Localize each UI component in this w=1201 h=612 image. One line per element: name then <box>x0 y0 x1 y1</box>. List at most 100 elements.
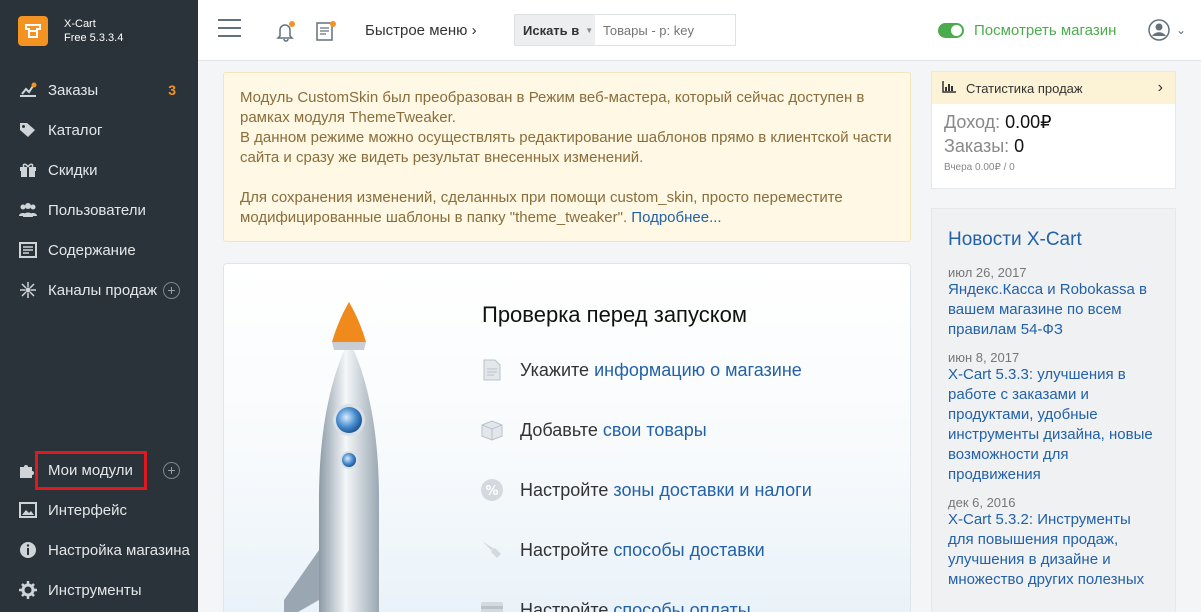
brand-name: X-Cart <box>64 17 96 30</box>
stats-header[interactable]: Статистика продаж › <box>932 72 1175 104</box>
channels-icon <box>18 280 38 300</box>
checklist-item-prefix: Настройте <box>520 599 609 612</box>
news-link[interactable]: Яндекс.Касса и Robokassa в вашем магазин… <box>948 280 1159 340</box>
orders-count-badge: 3 <box>168 82 176 98</box>
notice-line-3: Для сохранения изменений, сделанных при … <box>240 189 843 226</box>
sidebar-item-users[interactable]: Пользователи <box>0 190 198 230</box>
income-label: Доход: <box>944 112 1001 132</box>
news-panel: Новости X-Cart июл 26, 2017 Яндекс.Касса… <box>931 208 1176 612</box>
percent-icon: % <box>480 478 504 502</box>
sidebar: X-Cart Free 5.3.3.4 Заказы 3 Каталог Ски… <box>0 0 198 612</box>
quick-menu-label: Быстрое меню <box>365 22 468 39</box>
brand-version: Free 5.3.3.4 <box>64 31 124 44</box>
sidebar-item-catalog[interactable]: Каталог <box>0 110 198 150</box>
checklist-item-link[interactable]: способы доставки <box>613 540 764 561</box>
checklist-item-link[interactable]: зоны доставки и налоги <box>613 480 811 501</box>
sidebar-item-interface[interactable]: Интерфейс <box>0 490 198 530</box>
checklist-item-shipping[interactable]: Настройте способы доставки <box>480 538 765 562</box>
notice-line-2: В данном режиме можно осуществлять редак… <box>240 129 892 166</box>
stats-title: Статистика продаж <box>966 80 1083 96</box>
add-module-plus-icon[interactable]: + <box>163 461 180 479</box>
search-scope-label: Искать в <box>523 22 580 38</box>
user-menu[interactable]: ⌄ <box>1148 19 1186 41</box>
info-icon <box>18 540 38 560</box>
orders-list-icon[interactable] <box>315 20 337 47</box>
news-date: июл 26, 2017 <box>948 265 1027 280</box>
sidebar-item-label: Каналы продаж <box>48 281 158 299</box>
search-scope-select[interactable]: Искать в ▼ <box>515 15 595 45</box>
quick-menu-button[interactable]: Быстрое меню › <box>365 22 477 39</box>
gift-icon <box>18 160 38 180</box>
sidebar-item-orders[interactable]: Заказы 3 <box>0 70 198 110</box>
checklist-item-link[interactable]: информацию о магазине <box>594 360 802 381</box>
users-icon <box>18 200 38 220</box>
caret-down-icon: ▼ <box>585 25 594 35</box>
checklist-item-products[interactable]: Добавьте свои товары <box>480 418 707 442</box>
notice-line-1: Модуль CustomSkin был преобразован в Реж… <box>240 89 865 126</box>
hamburger-menu-icon[interactable] <box>218 19 241 43</box>
sidebar-item-content[interactable]: Содержание <box>0 230 198 270</box>
orders-label: Заказы: <box>944 136 1010 156</box>
sidebar-item-label: Содержание <box>48 241 136 259</box>
sidebar-item-tools[interactable]: Инструменты <box>0 570 198 610</box>
sidebar-item-label: Заказы <box>48 81 99 99</box>
chevron-right-icon[interactable]: › <box>1158 79 1163 97</box>
svg-text:%: % <box>485 484 498 499</box>
sidebar-nav-top: Заказы 3 Каталог Скидки Пользователи Сод… <box>0 70 198 310</box>
sidebar-item-label: Пользователи <box>48 201 146 219</box>
checklist-item-payment[interactable]: Настройте способы оплаты <box>480 598 751 612</box>
sidebar-item-sales-channels[interactable]: Каналы продаж + <box>0 270 198 310</box>
news-date: дек 6, 2016 <box>948 495 1016 510</box>
brand-text: X-Cart Free 5.3.3.4 <box>64 17 123 45</box>
brand[interactable]: X-Cart Free 5.3.3.4 <box>0 0 198 61</box>
more-link[interactable]: Подробнее... <box>631 209 721 226</box>
checklist-item-prefix: Добавьте <box>520 419 598 440</box>
my-modules-highlight-box <box>35 451 147 490</box>
content-icon <box>18 240 38 260</box>
checklist-item-link[interactable]: свои товары <box>603 420 707 441</box>
checklist-item-link[interactable]: способы оплаты <box>613 600 750 612</box>
stats-body: Доход: 0.00₽ Заказы: 0 Вчера 0.00₽ / 0 <box>932 104 1175 179</box>
news-date: июн 8, 2017 <box>948 350 1020 365</box>
chevron-down-icon: ⌄ <box>1176 23 1187 37</box>
income-line: Доход: 0.00₽ <box>944 110 1163 134</box>
view-store-label: Посмотреть магазин <box>974 22 1117 39</box>
sidebar-item-label: Интерфейс <box>48 501 128 519</box>
gear-icon <box>18 580 38 600</box>
orders-value: 0 <box>1014 136 1025 156</box>
document-icon <box>480 358 504 382</box>
image-icon <box>18 500 38 520</box>
sidebar-item-label: Скидки <box>48 161 98 179</box>
news-link[interactable]: X-Cart 5.3.3: улучшения в работе с заказ… <box>948 365 1159 485</box>
checklist-item-store-info[interactable]: Укажите информацию о магазине <box>480 358 802 382</box>
search-box: Искать в ▼ <box>514 14 736 46</box>
store-status-toggle[interactable] <box>938 23 964 38</box>
box-icon <box>480 418 504 442</box>
checklist-item-zones-taxes[interactable]: % Настройте зоны доставки и налоги <box>480 478 812 502</box>
rocket-illustration-icon <box>274 300 424 612</box>
notice-text: Модуль CustomSkin был преобразован в Реж… <box>240 88 894 168</box>
sidebar-item-label: Каталог <box>48 121 103 139</box>
shipping-icon <box>480 538 504 562</box>
customskin-notice: Модуль CustomSkin был преобразован в Реж… <box>223 72 911 242</box>
notice-text-2: Для сохранения изменений, сделанных при … <box>240 188 894 228</box>
sidebar-item-label: Инструменты <box>48 581 142 599</box>
orders-icon <box>18 80 38 100</box>
sidebar-item-discounts[interactable]: Скидки <box>0 150 198 190</box>
income-value: 0.00₽ <box>1005 112 1052 132</box>
bar-chart-icon <box>942 80 956 96</box>
search-input[interactable] <box>595 15 735 45</box>
news-link[interactable]: X-Cart 5.3.2: Инструменты для повышения … <box>948 510 1159 590</box>
view-store-link[interactable]: Посмотреть магазин <box>938 22 1116 39</box>
add-channel-plus-icon[interactable]: + <box>163 281 181 299</box>
news-title: Новости X-Cart <box>948 229 1082 250</box>
sales-stats-panel: Статистика продаж › Доход: 0.00₽ Заказы:… <box>931 71 1176 189</box>
notification-bell-icon[interactable] <box>275 20 297 47</box>
card-icon <box>480 598 504 612</box>
top-header: Быстрое меню › Искать в ▼ Посмотреть маг… <box>198 0 1201 61</box>
user-avatar-icon <box>1148 19 1170 41</box>
checklist-item-prefix: Настройте <box>520 479 609 500</box>
chevron-right-icon: › <box>471 22 477 39</box>
xcart-logo-icon <box>18 15 48 46</box>
sidebar-item-store-setup[interactable]: Настройка магазина <box>0 530 198 570</box>
